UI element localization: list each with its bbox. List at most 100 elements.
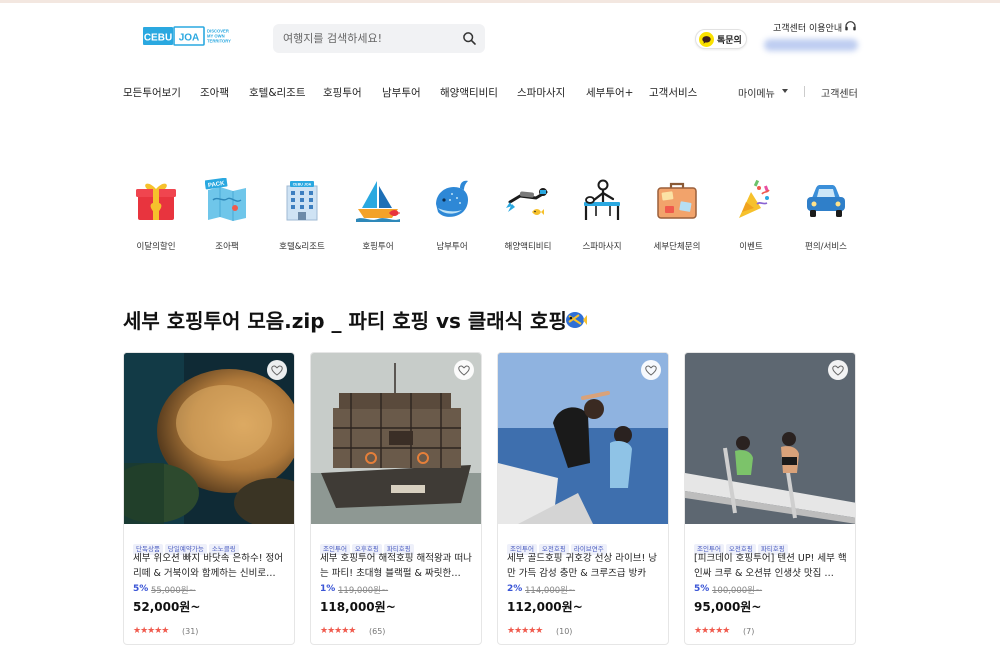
nav-item-south-tour[interactable]: 남부투어 bbox=[382, 85, 421, 100]
top-accent-line bbox=[0, 0, 1000, 3]
logo-cebu: CEBU bbox=[144, 33, 172, 44]
kakao-talk-icon bbox=[699, 32, 714, 47]
nav-item-all-tours[interactable]: 모든투어보기 bbox=[123, 85, 181, 100]
category-monthly-discount[interactable]: 이달의할인 bbox=[121, 178, 191, 258]
category-marine-activity[interactable]: 해양액티비티 bbox=[493, 178, 563, 258]
category-label: 남부투어 bbox=[436, 242, 468, 252]
original-price: 119,000원~ bbox=[338, 586, 389, 596]
product-image-women-on-outrigger[interactable] bbox=[685, 353, 856, 524]
nav-item-joa-pack[interactable]: 조아팩 bbox=[200, 85, 229, 100]
sale-price: 118,000원~ bbox=[320, 600, 396, 614]
logo-joa: JOA bbox=[179, 33, 200, 44]
nav-item-hotel-resort[interactable]: 호텔&리조트 bbox=[249, 85, 306, 100]
product-card[interactable]: 단독상품 당일예약가능 소노클링 세부 위오션 빠지 바닷속 은하수! 정어리떼 &… bbox=[123, 352, 295, 645]
tag-list: 단독상품 당일예약가능 소노클링 bbox=[133, 536, 241, 555]
search-icon[interactable] bbox=[462, 31, 477, 46]
nav-divider bbox=[804, 86, 805, 97]
customer-center-phone-blurred bbox=[764, 39, 858, 51]
hotel-badge-text: CEBU JOA bbox=[293, 183, 312, 187]
discount-rate: 2% bbox=[507, 584, 523, 594]
nav-item-hopping-tour[interactable]: 호핑투어 bbox=[323, 85, 362, 100]
category-hopping-tour[interactable]: 호핑투어 bbox=[343, 178, 413, 258]
category-label: 호텔&리조트 bbox=[279, 242, 325, 252]
product-title[interactable]: 세부 호핑투어 해적호핑 해적왕과 떠나는 파티! 초대형 블랙펄 & 짜릿한… bbox=[320, 551, 476, 581]
my-menu-dropdown[interactable]: 마이메뉴 bbox=[738, 85, 775, 100]
review-count: (7) bbox=[743, 627, 755, 636]
heart-icon bbox=[645, 365, 657, 376]
sale-price: 52,000원~ bbox=[133, 600, 201, 614]
kakao-chat-label: 톡문의 bbox=[717, 36, 742, 46]
diver-icon bbox=[506, 188, 548, 215]
wishlist-button[interactable] bbox=[828, 360, 848, 380]
review-count: (10) bbox=[556, 627, 573, 636]
star-rating: ★★★★★ bbox=[694, 626, 730, 636]
category-group-inquiry[interactable]: 세부단체문의 bbox=[642, 178, 712, 258]
customer-center-info-link[interactable]: 고객센터 이용안내 bbox=[773, 21, 842, 34]
cebujoa-logo[interactable]: CEBU JOA DISCOVER MY OWN TERRITORY bbox=[143, 25, 239, 49]
pack-map-icon: PACK bbox=[205, 178, 246, 221]
search-bar bbox=[273, 24, 485, 53]
gift-box-icon bbox=[136, 183, 176, 220]
section-title: 세부 호핑투어 모음.zip _ 파티 호핑 vs 클래식 호핑 bbox=[123, 309, 567, 333]
logo-tagline-3: TERRITORY bbox=[207, 39, 231, 44]
customer-center-link[interactable]: 고객센터 bbox=[821, 85, 858, 100]
suitcase-icon bbox=[657, 182, 697, 219]
category-label: 편의/서비스 bbox=[805, 242, 847, 252]
party-popper-icon bbox=[739, 179, 770, 218]
nav-item-marine-activity[interactable]: 해양액티비티 bbox=[440, 85, 498, 100]
caret-down-icon bbox=[782, 89, 788, 93]
heart-icon bbox=[271, 365, 283, 376]
review-count: (65) bbox=[369, 627, 386, 636]
wishlist-button[interactable] bbox=[641, 360, 661, 380]
whale-shark-icon bbox=[436, 180, 468, 217]
discount-rate: 1% bbox=[320, 584, 336, 594]
original-price: 55,000원~ bbox=[151, 586, 196, 596]
wishlist-button[interactable] bbox=[267, 360, 287, 380]
product-title[interactable]: 세부 위오션 빠지 바닷속 은하수! 정어리떼 & 거북이와 함께하는 신비로… bbox=[133, 551, 289, 581]
star-rating: ★★★★★ bbox=[320, 626, 356, 636]
sale-price: 95,000원~ bbox=[694, 600, 762, 614]
search-input[interactable] bbox=[283, 28, 458, 49]
car-icon bbox=[807, 185, 845, 217]
product-title[interactable]: 세부 골드호핑 귀호강 선상 라이브! 낭만 가득 감성 충만 & 크루즈급 방… bbox=[507, 551, 663, 581]
tag-list: 조인투어 오전호핑 파티호핑 bbox=[694, 536, 790, 555]
discount-rate: 5% bbox=[694, 584, 710, 594]
product-card[interactable]: 조인투어 오전호핑 라이브연주 세부 골드호핑 귀호강 선상 라이브! 낭만 가득 … bbox=[497, 352, 669, 645]
product-card[interactable]: 조인투어 오전호핑 파티호핑 [피크데이 호핑투어] 텐션 UP! 세부 핵인싸 크… bbox=[684, 352, 856, 645]
kakao-chat-button[interactable]: 톡문의 bbox=[695, 29, 747, 49]
tag-list: 조인투어 오후호핑 파티호핑 bbox=[320, 536, 416, 555]
category-spa-massage[interactable]: 스파마사지 bbox=[567, 178, 637, 258]
nav-item-spa-massage[interactable]: 스파마사지 bbox=[517, 85, 565, 100]
star-rating: ★★★★★ bbox=[133, 626, 169, 636]
heart-icon bbox=[458, 365, 470, 376]
category-joa-pack[interactable]: PACK 조아팩 bbox=[192, 178, 262, 258]
nav-item-customer-service[interactable]: 고객서비스 bbox=[649, 85, 697, 100]
product-image-pirate-ship[interactable] bbox=[311, 353, 482, 524]
heart-icon bbox=[832, 365, 844, 376]
sale-price: 112,000원~ bbox=[507, 600, 583, 614]
category-label: 스파마사지 bbox=[582, 242, 622, 252]
category-convenience-service[interactable]: 편의/서비스 bbox=[791, 178, 861, 258]
product-title[interactable]: [피크데이 호핑투어] 텐션 UP! 세부 핵인싸 크루 & 오션뷰 인생샷 맛… bbox=[694, 551, 850, 581]
hotel-building-icon: CEBU JOA bbox=[286, 181, 318, 221]
category-south-tour[interactable]: 남부투어 bbox=[417, 178, 487, 258]
category-label: 이달의할인 bbox=[136, 242, 176, 252]
nav-item-cebu-tour-plus[interactable]: 세부투어+ bbox=[586, 85, 633, 100]
category-hotel-resort[interactable]: CEBU JOA 호텔&리조트 bbox=[267, 178, 337, 258]
product-image-couple-on-boat[interactable] bbox=[498, 353, 669, 524]
category-event[interactable]: 이벤트 bbox=[716, 178, 786, 258]
tag-list: 조인투어 오전호핑 라이브연주 bbox=[507, 536, 609, 555]
sailboat-icon bbox=[356, 181, 400, 222]
massage-icon bbox=[584, 179, 620, 220]
wishlist-button[interactable] bbox=[454, 360, 474, 380]
headset-icon bbox=[845, 21, 856, 31]
review-count: (31) bbox=[182, 627, 199, 636]
product-image-coral-reef[interactable] bbox=[124, 353, 295, 524]
original-price: 100,000원~ bbox=[712, 586, 763, 596]
product-card[interactable]: 조인투어 오후호핑 파티호핑 세부 호핑투어 해적호핑 해적왕과 떠나는 파티! 초… bbox=[310, 352, 482, 645]
category-label: 조아팩 bbox=[215, 242, 239, 252]
original-price: 114,000원~ bbox=[525, 586, 576, 596]
discount-rate: 5% bbox=[133, 584, 149, 594]
pack-badge-text: PACK bbox=[208, 181, 226, 189]
star-rating: ★★★★★ bbox=[507, 626, 543, 636]
